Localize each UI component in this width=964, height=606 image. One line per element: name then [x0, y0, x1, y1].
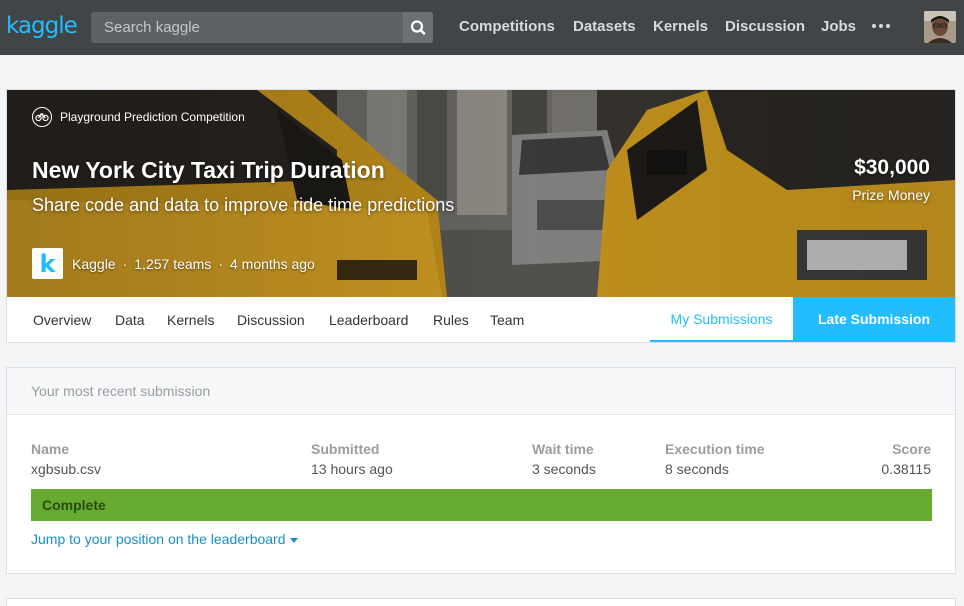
- status-label: Complete: [42, 497, 106, 513]
- avatar-image: [924, 11, 956, 43]
- nav-competitions[interactable]: Competitions: [459, 17, 555, 37]
- value-submitted: 13 hours ago: [311, 461, 393, 477]
- nav-datasets[interactable]: Datasets: [573, 17, 636, 37]
- header-name: Name: [31, 441, 70, 457]
- header-submitted: Submitted: [311, 441, 380, 457]
- meta-separator: ·: [218, 255, 223, 272]
- kaggle-logo[interactable]: kaggle: [6, 12, 78, 40]
- late-submission-button[interactable]: Late Submission: [793, 297, 955, 342]
- meta-separator: ·: [122, 255, 128, 272]
- panel-title: Your most recent submission: [31, 383, 211, 399]
- jump-to-leaderboard-link[interactable]: Jump to your position on the leaderboard: [31, 530, 298, 548]
- tab-rules[interactable]: Rules: [433, 311, 469, 329]
- competition-category: Playground Prediction Competition: [32, 107, 245, 127]
- search-box: [91, 12, 433, 43]
- caret-down-icon: [289, 537, 298, 543]
- prize-amount: $30,000: [854, 156, 930, 179]
- competition-title: New York City Taxi Trip Duration: [32, 157, 385, 183]
- top-navbar: kaggle Competitions Datasets Kernels Dis…: [0, 0, 964, 55]
- tab-kernels[interactable]: Kernels: [167, 311, 214, 329]
- header-score: Score: [892, 441, 931, 457]
- competition-meta: k Kaggle · 1,257 teams · 4 months ago: [32, 248, 315, 279]
- tab-team[interactable]: Team: [490, 311, 524, 329]
- next-panel: [6, 598, 956, 606]
- header-execution-time: Execution time: [665, 441, 765, 457]
- panel-header: Your most recent submission: [7, 368, 955, 415]
- competition-subtitle: Share code and data to improve ride time…: [32, 195, 455, 215]
- search-icon: [410, 20, 426, 35]
- host-logo[interactable]: k: [32, 248, 63, 279]
- jump-link-label: Jump to your position on the leaderboard: [31, 531, 286, 547]
- status-bar: Complete: [31, 489, 932, 521]
- more-dots-icon[interactable]: [871, 24, 893, 30]
- competition-age: 4 months ago: [230, 255, 315, 272]
- value-score: 0.38115: [881, 461, 931, 477]
- tab-leaderboard[interactable]: Leaderboard: [329, 311, 408, 329]
- nav-kernels[interactable]: Kernels: [653, 17, 708, 37]
- search-button[interactable]: [403, 12, 433, 43]
- tab-overview[interactable]: Overview: [33, 311, 91, 329]
- hero-banner: Playground Prediction Competition New Yo…: [7, 90, 955, 297]
- category-label: Playground Prediction Competition: [60, 110, 245, 124]
- user-avatar[interactable]: [924, 11, 956, 43]
- prize-label: Prize Money: [852, 187, 930, 203]
- tab-discussion[interactable]: Discussion: [237, 311, 305, 329]
- recent-submission-panel: Your most recent submission Name xgbsub.…: [6, 367, 956, 574]
- competition-tabs: Overview Data Kernels Discussion Leaderb…: [7, 297, 955, 342]
- search-input[interactable]: [91, 12, 401, 43]
- value-wait-time: 3 seconds: [532, 461, 596, 477]
- nav-jobs[interactable]: Jobs: [821, 17, 856, 37]
- host-name[interactable]: Kaggle: [72, 256, 116, 272]
- competition-header-card: Playground Prediction Competition New Yo…: [6, 89, 956, 343]
- nav-discussion[interactable]: Discussion: [725, 17, 805, 37]
- header-wait-time: Wait time: [532, 441, 594, 457]
- tab-data[interactable]: Data: [115, 311, 145, 329]
- bicycle-icon: [32, 107, 52, 127]
- team-count[interactable]: 1,257 teams: [134, 256, 211, 272]
- value-name: xgbsub.csv: [31, 461, 102, 477]
- tab-my-submissions[interactable]: My Submissions: [650, 297, 793, 342]
- value-execution-time: 8 seconds: [665, 461, 729, 477]
